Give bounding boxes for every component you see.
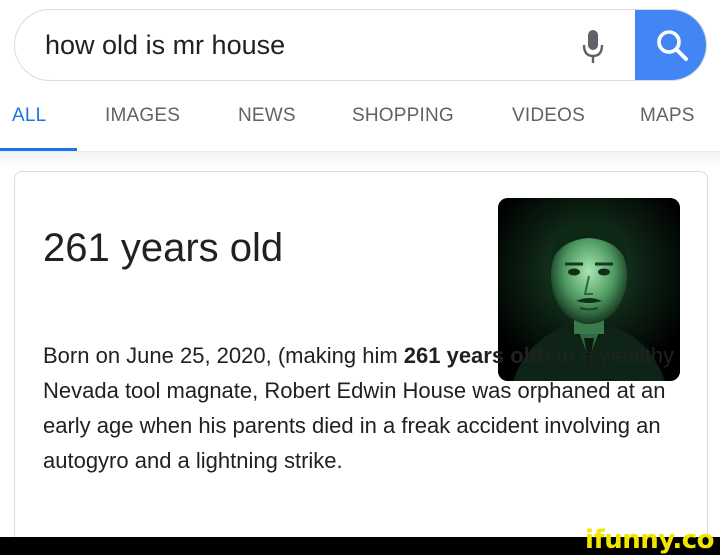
tab-shopping[interactable]: SHOPPING (352, 105, 454, 127)
search-bar[interactable]: how old is mr house (14, 9, 707, 81)
search-icon (656, 30, 688, 61)
answer-card: 261 years old Born on June 25, 2020, (ma… (14, 171, 708, 551)
answer-heading: 261 years old (43, 226, 284, 270)
microphone-icon[interactable] (581, 28, 605, 66)
answer-description: Born on June 25, 2020, (making him 261 y… (43, 338, 683, 478)
search-input[interactable]: how old is mr house (45, 30, 285, 61)
tab-maps[interactable]: MAPS (640, 105, 695, 127)
tab-videos[interactable]: VIDEOS (512, 105, 585, 127)
tabs-shadow (0, 152, 720, 168)
tab-all[interactable]: ALL (12, 105, 46, 127)
description-text-start: Born on June 25, 2020, (making him (43, 343, 404, 368)
description-highlight: 261 years old (403, 343, 544, 368)
search-button[interactable] (635, 10, 706, 80)
search-tabs: ALL IMAGES NEWS SHOPPING VIDEOS MAPS (0, 96, 720, 152)
tab-images[interactable]: IMAGES (105, 105, 180, 127)
ifunny-watermark: ifunny.co (585, 525, 714, 555)
tab-news[interactable]: NEWS (238, 105, 296, 127)
